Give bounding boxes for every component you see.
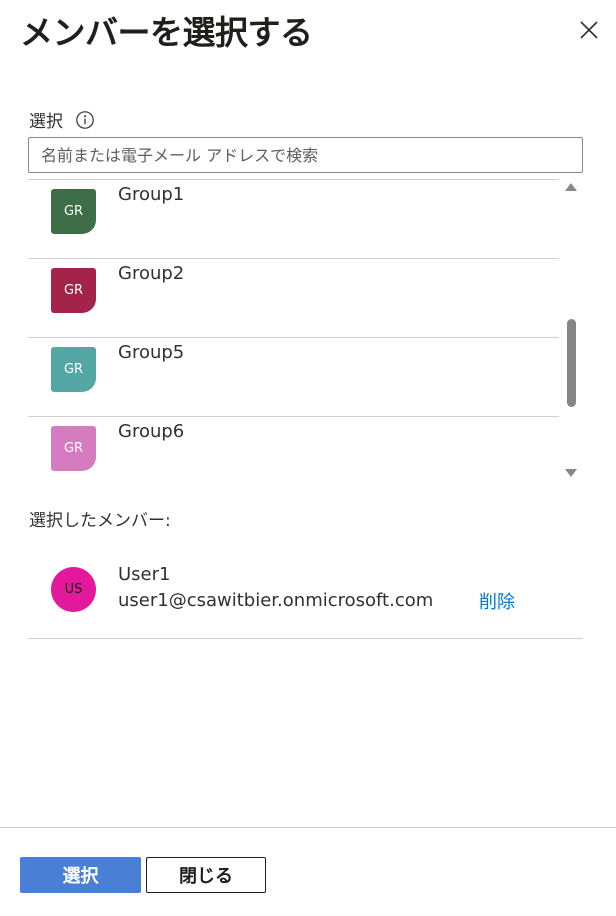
result-item-group2[interactable]: GR Group2: [28, 258, 559, 337]
group-avatar: GR: [51, 268, 96, 313]
close-button[interactable]: [573, 14, 605, 46]
group-avatar: GR: [51, 426, 96, 471]
footer-divider: [0, 827, 616, 828]
scroll-up-arrow-icon[interactable]: [565, 183, 577, 191]
group-avatar: GR: [51, 189, 96, 234]
member-email: user1@csawitbier.onmicrosoft.com: [118, 590, 434, 611]
info-icon[interactable]: [75, 110, 95, 130]
remove-member-link[interactable]: 削除: [479, 588, 515, 614]
avatar-initials: GR: [63, 283, 84, 298]
result-name: Group5: [118, 342, 185, 363]
select-button[interactable]: 選択: [20, 857, 141, 893]
scrollbar-thumb[interactable]: [567, 319, 576, 407]
result-name: Group1: [118, 184, 185, 205]
result-item-group5[interactable]: GR Group5: [28, 337, 559, 416]
search-input[interactable]: [28, 137, 583, 173]
close-footer-button[interactable]: 閉じる: [146, 857, 266, 893]
avatar-initials: US: [64, 582, 83, 597]
results-scrollbar[interactable]: [559, 179, 583, 483]
result-item-group1[interactable]: GR Group1: [28, 179, 559, 258]
select-label-row: 選択: [29, 107, 95, 132]
avatar-initials: GR: [63, 204, 84, 219]
scroll-down-arrow-icon[interactable]: [565, 469, 577, 477]
close-icon: [578, 19, 600, 41]
avatar: US: [51, 567, 96, 612]
group-avatar: GR: [51, 347, 96, 392]
result-name: Group6: [118, 421, 185, 442]
panel-title: メンバーを選択する: [20, 13, 313, 52]
member-name: User1: [118, 564, 171, 585]
selected-member-row: US User1 user1@csawitbier.onmicrosoft.co…: [28, 553, 583, 639]
result-name: Group2: [118, 263, 185, 284]
avatar-initials: GR: [63, 441, 84, 456]
result-item-group6[interactable]: GR Group6: [28, 416, 559, 483]
selected-members-label: 選択したメンバー:: [29, 511, 171, 531]
select-label: 選択: [29, 112, 63, 132]
avatar-initials: GR: [63, 362, 84, 377]
search-results-list: GR Group1 GR Group2 GR Group5 GR Group6: [28, 179, 583, 483]
